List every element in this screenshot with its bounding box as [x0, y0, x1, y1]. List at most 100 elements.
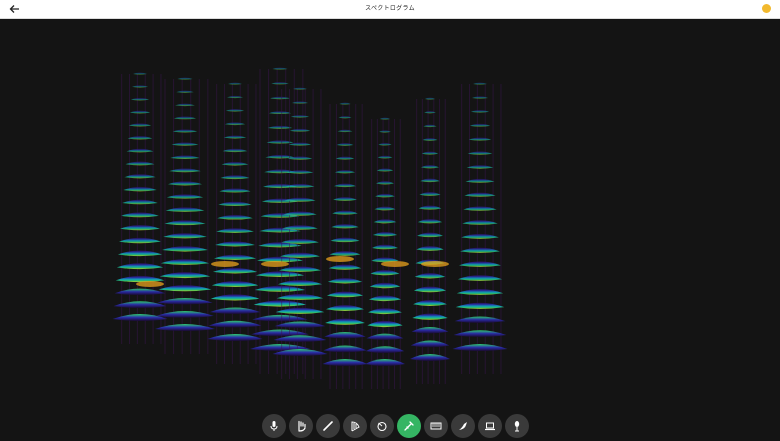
spectro-ridge — [171, 142, 199, 146]
spectro-ridge — [462, 220, 498, 225]
spectro-ridge — [253, 300, 307, 307]
spectro-ridge — [330, 237, 360, 243]
spectro-ridge — [328, 264, 362, 270]
spectro-highlight — [136, 281, 164, 287]
tool-laptop[interactable] — [478, 414, 502, 438]
spectro-ridge — [252, 314, 308, 322]
spectro-ridge — [158, 285, 212, 292]
tool-harp[interactable] — [343, 414, 367, 438]
spectro-ridge — [293, 87, 307, 90]
spectro-ridge — [155, 324, 215, 331]
spectro-ridge — [322, 359, 368, 366]
spectrogram-canvas — [112, 67, 508, 389]
spectro-ridge — [420, 178, 440, 183]
spectro-ridge — [368, 308, 402, 315]
spectro-ridge — [375, 193, 395, 198]
spectro-ridge — [457, 275, 503, 281]
spectro-ridge — [165, 207, 205, 212]
spectro-highlight — [421, 261, 449, 267]
spectro-ridge — [339, 102, 351, 105]
spectro-ridge — [268, 111, 292, 115]
spectro-ridge — [459, 261, 501, 267]
spectro-ridge — [277, 280, 323, 286]
spectro-ridge — [270, 96, 290, 100]
spectro-ridge — [413, 286, 447, 293]
spectro-ridge — [456, 288, 504, 295]
spectro-ridge — [412, 313, 448, 320]
spectro-ridge — [255, 271, 305, 277]
tool-voice[interactable] — [505, 414, 529, 438]
spectro-ridge — [218, 201, 252, 207]
spectro-ridge — [166, 194, 204, 199]
laptop-icon — [485, 422, 495, 431]
spectro-ridge — [413, 300, 447, 306]
spectro-highlight — [211, 261, 239, 267]
spectro-ridge — [326, 305, 364, 311]
spectro-ridge — [290, 115, 310, 118]
tool-hand[interactable] — [289, 414, 313, 438]
spectro-ridge — [212, 267, 258, 274]
spectro-ridge — [372, 231, 398, 237]
spectro-ridge — [380, 117, 390, 120]
microphone-stand-icon — [514, 421, 520, 432]
spectro-ridge — [217, 214, 253, 220]
spectro-ridge — [133, 72, 147, 75]
tool-bird[interactable] — [451, 414, 475, 438]
flute-icon — [323, 421, 333, 431]
spectro-ridge — [473, 82, 487, 85]
spectro-ridge — [286, 170, 314, 174]
mic-icon — [270, 421, 278, 431]
drum-icon — [377, 421, 387, 432]
spectro-ridge — [130, 97, 150, 101]
spectro-ridge — [325, 318, 365, 325]
spectro-ridge — [337, 129, 353, 133]
spectro-ridge — [422, 138, 438, 141]
help-icon[interactable] — [762, 4, 771, 13]
spectro-ridge — [129, 110, 151, 114]
trumpet-icon — [404, 421, 414, 431]
spectro-ridge — [211, 281, 259, 288]
tool-mic[interactable] — [262, 414, 286, 438]
spectro-ridge — [223, 135, 247, 139]
spectro-ridge — [119, 237, 161, 244]
spectro-ridge — [221, 161, 249, 166]
spectro-ridge — [120, 225, 160, 231]
spectro-highlight — [381, 261, 409, 267]
spectro-ridge — [117, 250, 163, 257]
hand-icon — [298, 420, 306, 432]
spectro-ridge — [331, 224, 359, 229]
spectro-ridge — [370, 270, 400, 276]
bird-icon — [459, 422, 467, 430]
tool-keyboard[interactable] — [424, 414, 448, 438]
spectro-ridge — [163, 233, 207, 239]
spectro-ridge — [160, 259, 210, 265]
tool-flute[interactable] — [316, 414, 340, 438]
spectro-ridge — [224, 122, 246, 126]
spectro-ridge — [162, 246, 208, 252]
tool-trumpet[interactable] — [397, 414, 421, 438]
spectro-ridge — [272, 67, 288, 70]
spectro-ridge — [214, 254, 256, 261]
spectro-ridge — [267, 125, 293, 129]
spectro-ridge — [378, 142, 392, 146]
spectro-ridge — [127, 136, 153, 140]
spectro-ridge — [460, 247, 500, 253]
spectro-ridge — [452, 344, 508, 351]
spectro-ridge — [369, 282, 401, 289]
spectro-ridge — [377, 155, 393, 159]
tool-drum[interactable] — [370, 414, 394, 438]
spectro-ridge — [289, 128, 311, 132]
spectrogram-stage — [0, 19, 780, 404]
spectro-ridge — [209, 307, 261, 315]
spectro-ridge — [410, 354, 450, 361]
spectro-ridge — [225, 108, 245, 112]
top-bar: スペクトログラム — [0, 0, 780, 19]
spectro-ridge — [334, 170, 356, 174]
spectro-ridge — [283, 211, 317, 216]
spectro-highlight — [326, 256, 354, 262]
spectro-ridge — [425, 97, 435, 100]
spectro-ridge — [222, 148, 248, 153]
spectro-ridge — [454, 316, 506, 323]
spectro-ridge — [275, 307, 325, 314]
spectro-ridge — [423, 124, 437, 128]
